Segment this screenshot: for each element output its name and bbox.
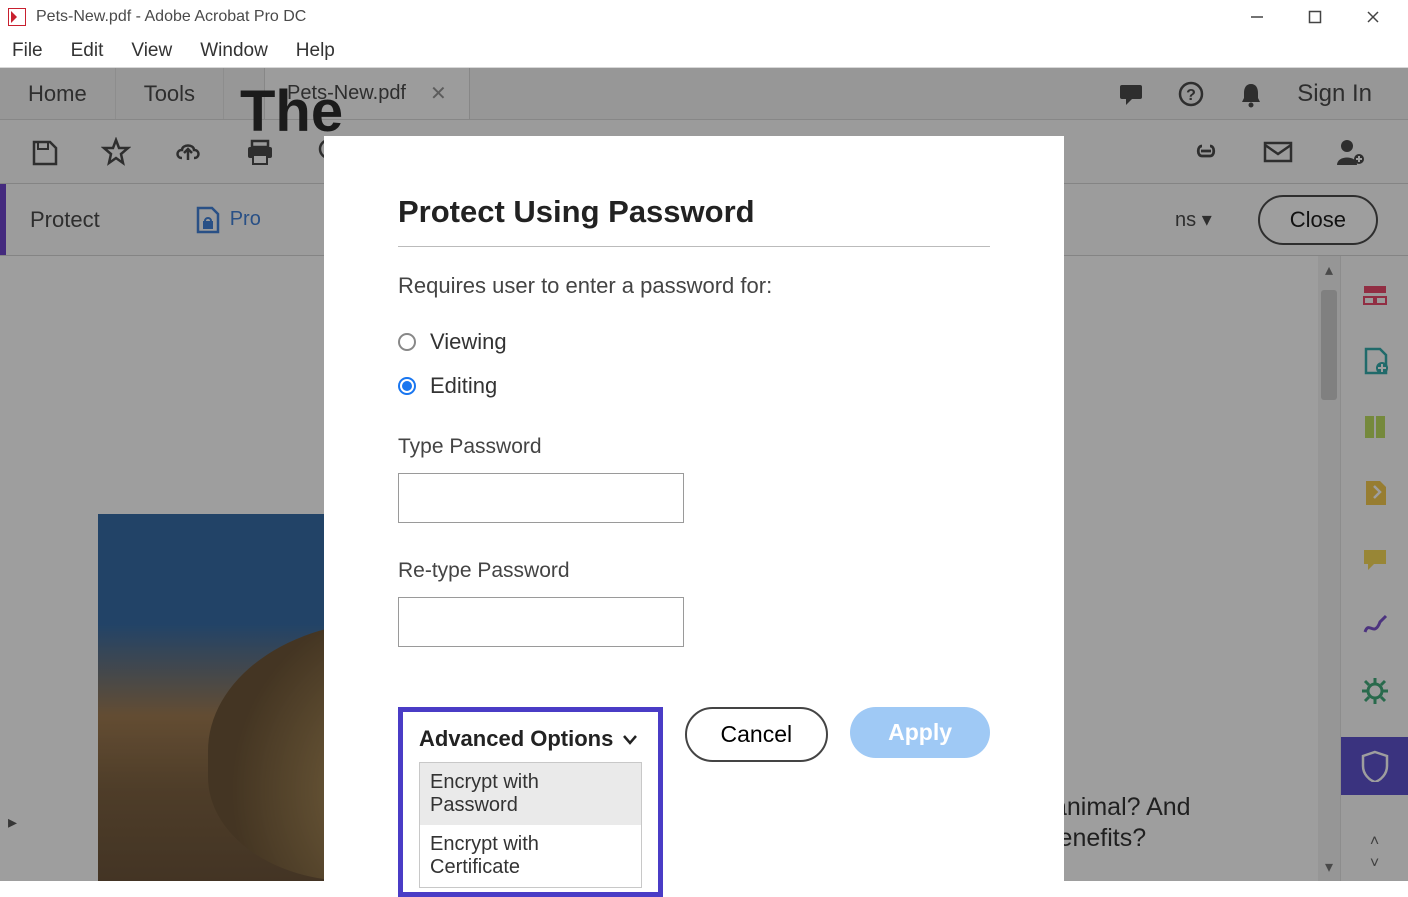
retype-password-input[interactable]	[398, 597, 684, 647]
radio-viewing[interactable]: Viewing	[398, 329, 990, 355]
cancel-button[interactable]: Cancel	[685, 707, 829, 762]
menu-edit[interactable]: Edit	[71, 40, 104, 62]
window-titlebar: Pets-New.pdf - Adobe Acrobat Pro DC	[0, 0, 1408, 34]
minimize-button[interactable]	[1246, 6, 1268, 28]
radio-viewing-indicator	[398, 333, 416, 351]
dialog-requires-label: Requires user to enter a password for:	[398, 273, 990, 299]
acrobat-app-icon	[8, 8, 26, 26]
menu-encrypt-password[interactable]: Encrypt with Password	[420, 763, 641, 825]
menu-view[interactable]: View	[131, 40, 172, 62]
type-password-label: Type Password	[398, 435, 990, 459]
radio-editing[interactable]: Editing	[398, 373, 990, 399]
type-password-input[interactable]	[398, 473, 684, 523]
radio-editing-label: Editing	[430, 373, 497, 399]
advanced-options-label: Advanced Options	[419, 726, 613, 752]
menu-encrypt-certificate[interactable]: Encrypt with Certificate	[420, 825, 641, 887]
dialog-title: Protect Using Password	[398, 194, 990, 247]
maximize-button[interactable]	[1304, 6, 1326, 28]
window-controls	[1246, 6, 1400, 28]
menu-bar: File Edit View Window Help	[0, 34, 1408, 68]
retype-password-label: Re-type Password	[398, 559, 990, 583]
menu-help[interactable]: Help	[296, 40, 335, 62]
close-window-button[interactable]	[1362, 6, 1384, 28]
advanced-options-menu: Encrypt with Password Encrypt with Certi…	[419, 762, 642, 888]
protect-password-dialog: Protect Using Password Requires user to …	[324, 136, 1064, 897]
menu-file[interactable]: File	[12, 40, 43, 62]
radio-editing-indicator	[398, 377, 416, 395]
window-title: Pets-New.pdf - Adobe Acrobat Pro DC	[36, 8, 306, 26]
radio-viewing-label: Viewing	[430, 329, 507, 355]
menu-window[interactable]: Window	[200, 40, 268, 62]
advanced-options-toggle[interactable]: Advanced Options	[419, 726, 642, 752]
apply-button[interactable]: Apply	[850, 707, 990, 758]
chevron-down-icon	[621, 732, 639, 746]
advanced-options-highlight: Advanced Options Encrypt with Password E…	[398, 707, 663, 897]
